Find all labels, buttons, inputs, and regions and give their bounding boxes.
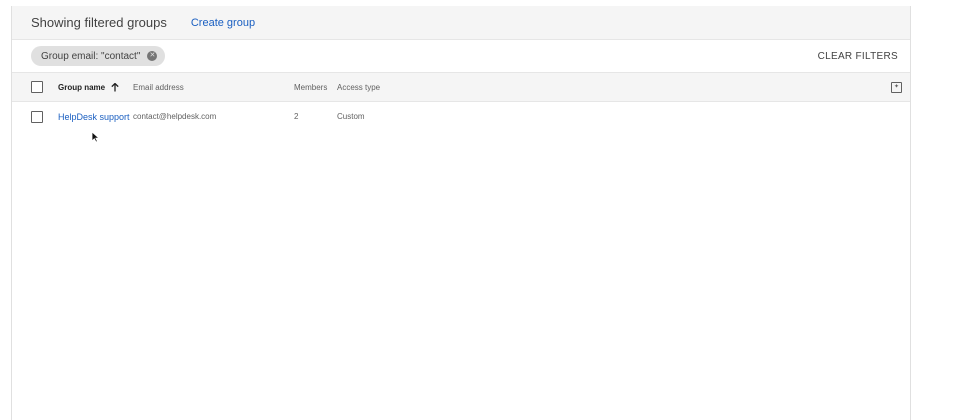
filter-chip-label: Group email: "contact" (41, 50, 141, 62)
select-all-checkbox[interactable] (31, 81, 43, 93)
arrow-up-icon (111, 82, 119, 91)
table-row: HelpDesk support contact@helpdesk.com 2 … (12, 102, 910, 131)
page-header: Showing filtered groups Create group (12, 6, 910, 40)
column-header-group-name[interactable]: Group name (58, 82, 119, 92)
group-name-link[interactable]: HelpDesk support (58, 112, 130, 122)
create-group-link[interactable]: Create group (191, 17, 255, 29)
close-circle-icon[interactable]: ✕ (147, 51, 158, 61)
table-header: Group name Email address Members Access … (12, 73, 910, 102)
column-settings-icon[interactable]: ✦ (891, 81, 902, 93)
group-members-count: 2 (294, 112, 299, 121)
group-email: contact@helpdesk.com (133, 112, 217, 121)
filter-chip[interactable]: Group email: "contact" ✕ (31, 46, 166, 66)
row-checkbox[interactable] (31, 110, 43, 123)
column-header-access-type[interactable]: Access type (337, 83, 380, 92)
column-header-members[interactable]: Members (294, 83, 327, 92)
page-title: Showing filtered groups (31, 15, 167, 30)
filter-bar: Group email: "contact" ✕ CLEAR FILTERS (12, 40, 910, 73)
group-access-type: Custom (337, 112, 365, 121)
clear-filters-button[interactable]: CLEAR FILTERS (818, 51, 898, 62)
column-header-email[interactable]: Email address (133, 83, 184, 92)
column-header-group-name-label: Group name (58, 82, 106, 92)
groups-panel: Showing filtered groups Create group Gro… (11, 6, 911, 420)
mouse-cursor-icon (91, 131, 101, 143)
